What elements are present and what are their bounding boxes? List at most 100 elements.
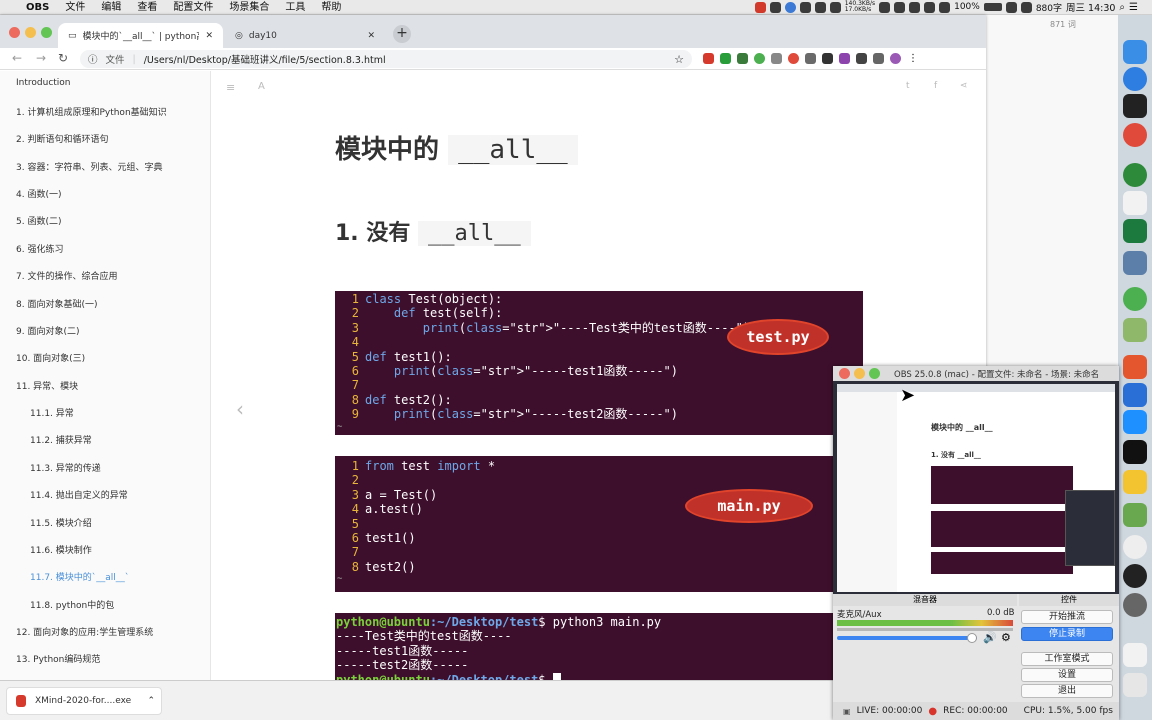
volume-icon[interactable] — [939, 1, 951, 13]
close-tab-icon[interactable]: ✕ — [367, 31, 375, 41]
menu-help[interactable]: 帮助 — [313, 0, 349, 15]
toc-item[interactable]: Introduction — [16, 78, 71, 88]
pycharm-icon[interactable] — [1123, 440, 1147, 464]
search-icon[interactable]: ⌕ — [1119, 2, 1125, 13]
volume-slider[interactable] — [837, 636, 977, 640]
minimize-window-button[interactable] — [25, 27, 36, 38]
prev-page-icon[interactable]: ‹ — [236, 397, 244, 421]
menu-scene-collection[interactable]: 场景集合 — [221, 0, 277, 15]
toc-subitem[interactable]: 11.1. 异常 — [30, 406, 74, 419]
windows-icon[interactable] — [1123, 410, 1147, 434]
extension-icon[interactable] — [720, 53, 731, 64]
new-tab-button[interactable]: + — [393, 25, 411, 43]
menu-edit[interactable]: 编辑 — [93, 0, 129, 15]
battery-icon[interactable] — [983, 3, 1002, 11]
toc-item[interactable]: 5. 函数(二) — [16, 214, 61, 227]
status-icon[interactable] — [829, 1, 841, 13]
evernote-icon[interactable] — [1123, 163, 1147, 187]
forward-icon[interactable]: → — [36, 51, 46, 65]
address-bar[interactable]: ⓘ 文件 | /Users/nl/Desktop/基础班讲义/file/5/se… — [80, 50, 692, 68]
obs-preview[interactable]: 模块中的 __all__ 1. 没有 __all__ — [837, 384, 1115, 592]
app-icon[interactable] — [1123, 535, 1147, 559]
toc-item[interactable]: 6. 强化练习 — [16, 242, 63, 255]
toc-item[interactable]: 1. 计算机组成原理和Python基础知识 — [16, 105, 167, 118]
terminal-icon[interactable] — [1123, 94, 1147, 118]
extension-icon[interactable] — [805, 53, 816, 64]
toc-item[interactable]: 12. 面向对象的应用:学生管理系统 — [16, 625, 153, 638]
toc-item[interactable]: 10. 面向对象(三) — [16, 351, 85, 364]
obs-icon[interactable] — [1123, 564, 1147, 588]
typora-icon[interactable] — [1123, 191, 1147, 215]
user-icon[interactable] — [1020, 1, 1032, 13]
exit-button[interactable]: 退出 — [1021, 684, 1113, 698]
status-icon[interactable] — [814, 1, 826, 13]
tab-active[interactable]: ▭ 模块中的`__all__` | python高级 ✕ — [58, 23, 223, 48]
input-method[interactable]: 880字 — [1036, 1, 1062, 14]
extension-icon[interactable] — [771, 53, 782, 64]
toc-item[interactable]: 11. 异常、模块 — [16, 379, 78, 392]
status-icon[interactable] — [879, 1, 891, 13]
toc-subitem[interactable]: 11.6. 模块制作 — [30, 543, 92, 556]
toc-subitem-active[interactable]: 11.7. 模块中的`__all__` — [30, 570, 129, 583]
menu-view[interactable]: 查看 — [129, 0, 165, 15]
clock[interactable]: 周三 14:30 — [1066, 0, 1115, 14]
excel-icon[interactable] — [1123, 219, 1147, 243]
download-item[interactable]: XMind-2020-for....exe ⌃ — [6, 687, 162, 715]
menu-app-name[interactable]: OBS — [18, 0, 57, 15]
reload-icon[interactable]: ↻ — [58, 51, 68, 65]
share-icon[interactable]: ⋖ — [960, 81, 968, 91]
app-icon[interactable] — [1123, 383, 1147, 407]
bookmark-star-icon[interactable]: ☆ — [674, 53, 684, 66]
menu-toggle-icon[interactable]: ≡ — [226, 81, 235, 94]
chevron-up-icon[interactable]: ⌃ — [147, 696, 155, 706]
stop-recording-button[interactable]: 停止录制 — [1021, 627, 1113, 641]
close-tab-icon[interactable]: ✕ — [205, 31, 213, 41]
safari-icon[interactable] — [1123, 67, 1147, 91]
back-icon[interactable]: ← — [12, 51, 22, 65]
extension-icon[interactable] — [856, 53, 867, 64]
gear-icon[interactable]: ⚙ — [1001, 631, 1011, 644]
toc-item[interactable]: 13. Python编码规范 — [16, 652, 100, 665]
chrome-icon[interactable] — [1123, 123, 1147, 147]
display-icon[interactable] — [1005, 1, 1017, 13]
toc-subitem[interactable]: 11.5. 模块介绍 — [30, 516, 92, 529]
status-icon[interactable] — [799, 1, 811, 13]
info-icon[interactable]: ⓘ — [88, 52, 98, 66]
toc-item[interactable]: 3. 容器：字符串、列表、元组、字典 — [16, 160, 162, 173]
font-settings-icon[interactable]: A — [258, 81, 265, 92]
app-icon[interactable] — [1123, 355, 1147, 379]
app-icon[interactable] — [1123, 318, 1147, 342]
extension-icon[interactable] — [754, 53, 765, 64]
finder-icon[interactable] — [1123, 40, 1147, 64]
toc-item[interactable]: 7. 文件的操作、综合应用 — [16, 269, 117, 282]
volume-slider-handle[interactable] — [967, 633, 977, 643]
start-streaming-button[interactable]: 开始推流 — [1021, 610, 1113, 624]
trash-icon[interactable] — [1123, 673, 1147, 697]
status-icon[interactable] — [784, 1, 796, 13]
speaker-icon[interactable]: 🔊 — [983, 631, 997, 644]
menu-dots-icon[interactable]: ⋮ — [908, 53, 918, 64]
zoom-window-button[interactable] — [869, 368, 880, 379]
toc-item[interactable]: 2. 判断语句和循环语句 — [16, 132, 108, 145]
record-status-icon[interactable] — [754, 1, 766, 13]
facebook-icon[interactable]: f — [934, 81, 937, 91]
settings-icon[interactable] — [1123, 593, 1147, 617]
tab-day10[interactable]: ◎ day10 ✕ — [225, 23, 385, 48]
control-center-icon[interactable]: ☰ — [1129, 2, 1138, 13]
close-window-button[interactable] — [9, 27, 20, 38]
menu-file[interactable]: 文件 — [57, 0, 93, 15]
status-icon[interactable] — [769, 1, 781, 13]
extension-icon[interactable] — [822, 53, 833, 64]
extension-icon[interactable] — [839, 53, 850, 64]
menu-tools[interactable]: 工具 — [277, 0, 313, 15]
toc-subitem[interactable]: 11.8. python中的包 — [30, 598, 114, 611]
toc-subitem[interactable]: 11.2. 捕获异常 — [30, 433, 92, 446]
close-window-button[interactable] — [839, 368, 850, 379]
toc-subitem[interactable]: 11.4. 抛出自定义的异常 — [30, 488, 128, 501]
app-icon[interactable] — [1123, 287, 1147, 311]
battery-percent[interactable]: 100% — [954, 2, 980, 12]
app-icon[interactable] — [1123, 470, 1147, 494]
profile-avatar[interactable] — [890, 53, 901, 64]
extension-icon[interactable] — [737, 53, 748, 64]
status-icon[interactable] — [909, 1, 921, 13]
